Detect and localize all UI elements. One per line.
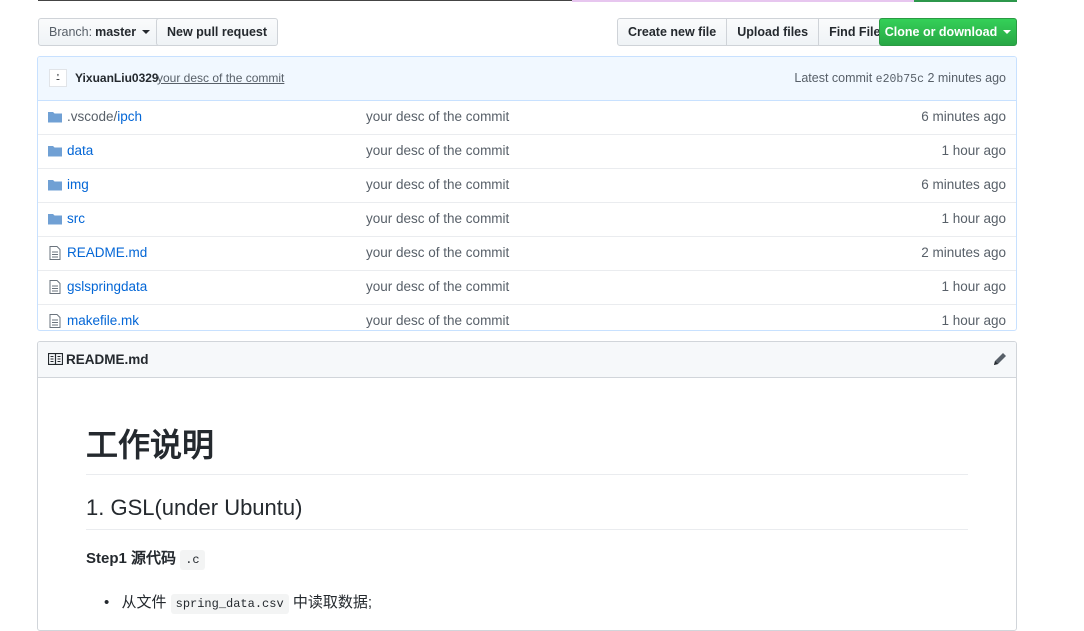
file-commit-message-link[interactable]: your desc of the commit	[366, 177, 509, 192]
chevron-down-icon	[142, 30, 151, 34]
clone-label: Clone or download	[884, 25, 998, 39]
heading-3-text: Step1 源代码	[86, 550, 177, 567]
folder-icon	[48, 180, 62, 191]
folder-icon	[48, 146, 62, 157]
file-commit-message-link[interactable]: your desc of the commit	[366, 245, 509, 260]
new-pull-request-button[interactable]: New pull request	[156, 18, 279, 46]
file-name-link[interactable]: src	[67, 211, 85, 226]
readme-heading-3: Step1 源代码 .c	[86, 547, 205, 570]
list-item-suffix: 中读取数据;	[292, 594, 372, 611]
file-age: 6 minutes ago	[921, 109, 1006, 124]
clone-or-download-button[interactable]: Clone or download	[879, 18, 1017, 46]
readme-panel: README.md 工作说明 1. GSL(under Ubuntu) Step…	[37, 341, 1017, 631]
table-row: gslspringdata your desc of the commit 1 ho…	[38, 270, 1016, 304]
file-age: 2 minutes ago	[921, 245, 1006, 260]
top-progress-line	[38, 0, 1017, 2]
file-actions-group: Create new file Upload files Find File	[617, 18, 892, 46]
table-row: img your desc of the commit 6 minutes ago	[38, 168, 1016, 202]
file-name-link[interactable]: makefile.mk	[67, 313, 139, 328]
file-commit-message-link[interactable]: your desc of the commit	[366, 143, 509, 158]
readme-header: README.md	[38, 342, 1016, 378]
commit-message-link[interactable]: your desc of the commit	[157, 71, 284, 85]
bullet: •	[104, 594, 110, 611]
file-name-link[interactable]: data	[67, 143, 93, 158]
table-row: README.md your desc of the commit 2 minute…	[38, 236, 1016, 270]
table-row: data your desc of the commit 1 hour ago	[38, 134, 1016, 168]
file-name: img	[67, 177, 89, 192]
file-age: 1 hour ago	[941, 143, 1006, 158]
book-icon	[48, 353, 63, 365]
file-name-link[interactable]: img	[67, 177, 89, 192]
file-name-link[interactable]: .vscode/ipch	[67, 109, 142, 124]
latest-commit-bar: ⍘ YixuanLiu0329 your desc of the commit …	[38, 57, 1016, 101]
file-name-prefix: .vscode/	[67, 109, 118, 124]
readme-heading-2: 1. GSL(under Ubuntu)	[86, 495, 968, 530]
table-row: .vscode/ipch your desc of the commit 6 min…	[38, 101, 1016, 134]
file-age: 1 hour ago	[941, 279, 1006, 294]
file-name-link[interactable]: gslspringdata	[67, 279, 147, 294]
table-row: src your desc of the commit 1 hour ago	[38, 202, 1016, 236]
commit-author-link[interactable]: YixuanLiu0329	[75, 71, 159, 85]
folder-icon	[48, 112, 62, 123]
folder-icon	[48, 214, 62, 225]
file-commit-message-link[interactable]: your desc of the commit	[366, 109, 509, 124]
pencil-icon[interactable]	[992, 351, 1008, 367]
commit-sha-link[interactable]: e20b75c	[876, 73, 924, 86]
avatar[interactable]: ⍘	[49, 69, 67, 87]
commit-age: 2 minutes ago	[927, 71, 1006, 85]
readme-heading-1: 工作说明	[86, 420, 968, 475]
create-new-file-button[interactable]: Create new file	[617, 18, 728, 46]
file-name: README.md	[67, 245, 148, 260]
file-name: ipch	[117, 109, 143, 124]
file-icon	[49, 314, 61, 328]
file-commit-message-link[interactable]: your desc of the commit	[366, 279, 509, 294]
file-list: ⍘ YixuanLiu0329 your desc of the commit …	[37, 56, 1017, 331]
table-row: makefile.mk your desc of the commit 1 hour…	[38, 304, 1016, 330]
file-name: src	[67, 211, 85, 226]
branch-name: master	[95, 25, 137, 39]
branch-select-button[interactable]: Branch: master	[38, 18, 162, 46]
list-item-prefix: 从文件	[121, 594, 167, 611]
file-name: data	[67, 143, 94, 158]
file-name: gslspringdata	[67, 279, 148, 294]
latest-commit-info: Latest commit e20b75c 2 minutes ago	[794, 71, 1006, 86]
file-age: 1 hour ago	[941, 211, 1006, 226]
file-icon	[49, 246, 61, 260]
file-age: 1 hour ago	[941, 313, 1006, 328]
file-name: makefile.mk	[67, 313, 140, 328]
inline-code: spring_data.csv	[170, 594, 289, 614]
inline-code: .c	[180, 550, 205, 570]
file-rows: .vscode/ipch your desc of the commit 6 min…	[38, 101, 1016, 330]
file-name-link[interactable]: README.md	[67, 245, 147, 260]
file-icon	[49, 280, 61, 294]
branch-label: Branch:	[49, 25, 93, 39]
file-commit-message-link[interactable]: your desc of the commit	[366, 211, 509, 226]
readme-title: README.md	[66, 352, 149, 367]
list-item: • 从文件 spring_data.csv 中读取数据;	[104, 591, 372, 614]
file-commit-message-link[interactable]: your desc of the commit	[366, 313, 509, 328]
file-age: 6 minutes ago	[921, 177, 1006, 192]
chevron-down-icon	[1003, 30, 1012, 34]
upload-files-button[interactable]: Upload files	[726, 18, 820, 46]
latest-commit-label: Latest commit	[794, 71, 873, 85]
